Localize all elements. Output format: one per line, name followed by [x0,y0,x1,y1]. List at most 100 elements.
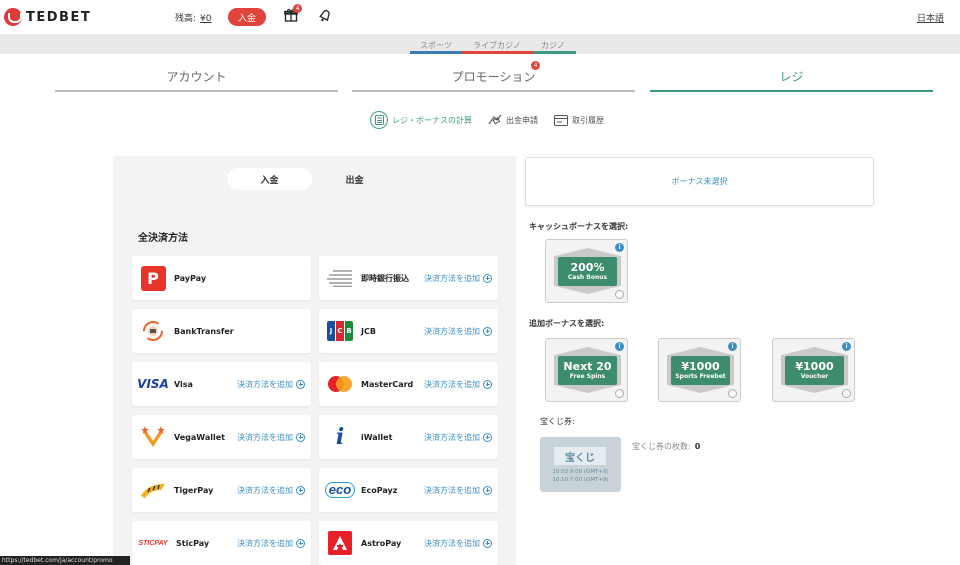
visa-icon: VISA [137,369,169,399]
add-payment-method-link[interactable]: 決済方法を追加 [424,309,492,353]
deposit-button[interactable]: 入金 [228,8,266,26]
calculator-icon [370,111,388,129]
mastercard-icon [325,369,355,399]
payment-method-paypay[interactable]: P PayPay [132,256,311,300]
bonus-card-sports-freebet[interactable]: ¥1000 Sports Freebet i [658,338,741,402]
cash-bonus-label: キャッシュボーナスを選択: [529,222,629,231]
payment-method-banktransfer[interactable]: BankTransfer [132,309,311,353]
payment-method-sticpay[interactable]: STICPAY SticPay 決済方法を追加 [132,521,311,565]
cashier-subtabs: レジ・ボーナスの計算 出金申請 取引履歴 [370,111,620,129]
logo[interactable]: TEDBET [4,8,91,26]
bonus-radio[interactable] [728,389,737,398]
add-payment-method-link[interactable]: 決済方法を追加 [237,521,305,565]
add-payment-method-link[interactable]: 決済方法を追加 [237,468,305,512]
payment-method-astropay[interactable]: AstroPay 決済方法を追加 [319,521,498,565]
lottery-ticket-title: 宝くじ [554,447,606,465]
lottery-count-value: 0 [694,442,701,451]
add-payment-method-link[interactable]: 決済方法を追加 [237,415,305,459]
payment-panel: 入金 出金 全決済方法 P PayPay 即時銀行振込 決済方法を追加 Bank… [113,156,516,565]
payment-method-name: TigerPay [174,485,214,495]
bonus-radio[interactable] [615,290,624,299]
balance-label: 残高: [175,14,197,24]
bonus-card-title: ¥1000 [681,359,720,373]
payment-method-vegawallet[interactable]: VegaWallet 決済方法を追加 [132,415,311,459]
bonus-card-subtitle: Free Spins [569,372,606,380]
add-circle-icon [483,273,492,283]
sticpay-icon: STICPAY [136,528,170,558]
bonus-card-tag: Next 20 Free Spins [558,356,617,385]
account-tabs: アカウント プロモーション 4 レジ [55,60,933,94]
add-label: 決済方法を追加 [237,432,293,442]
bonus-card-free-spins[interactable]: Next 20 Free Spins i [545,338,628,402]
add-circle-icon [296,432,305,442]
add-circle-icon [296,379,305,389]
info-icon[interactable]: i [728,342,737,351]
bonus-card-cash[interactable]: 200% Cash Bonus i [545,239,628,303]
subtab-bonus-calc[interactable]: レジ・ボーナスの計算 [370,111,472,129]
subnav-item-live-casino[interactable]: ライブカジノ [473,40,521,51]
add-label: 決済方法を追加 [237,485,293,495]
add-payment-method-link[interactable]: 決済方法を追加 [424,362,492,406]
ecopayz-icon: eco [324,475,356,505]
tab-label: アカウント [166,69,227,84]
history-icon [554,114,568,126]
bonus-card-tag: ¥1000 Sports Freebet [671,356,730,385]
add-payment-method-link[interactable]: 決済方法を追加 [424,256,492,300]
add-circle-icon [483,326,492,336]
payment-method-instant-bank[interactable]: 即時銀行振込 決済方法を追加 [319,256,498,300]
add-payment-method-link[interactable]: 決済方法を追加 [424,521,492,565]
info-icon[interactable]: i [615,342,624,351]
astropay-icon [325,528,355,558]
gift-badge: 4 [293,4,302,13]
info-icon[interactable]: i [842,342,851,351]
add-circle-icon [483,432,492,442]
payment-method-visa[interactable]: VISA Visa 決済方法を追加 [132,362,311,406]
bonus-radio[interactable] [842,389,851,398]
withdraw-icon [488,114,502,125]
add-circle-icon [296,538,305,548]
add-payment-method-link[interactable]: 決済方法を追加 [424,468,492,512]
instant-bank-icon [325,263,355,293]
tab-account[interactable]: アカウント [55,60,338,92]
add-payment-method-link[interactable]: 決済方法を追加 [424,415,492,459]
bonus-radio[interactable] [615,389,624,398]
bell-icon[interactable] [318,8,332,22]
tab-underline [55,90,338,92]
paypay-icon: P [138,263,168,293]
payment-method-iwallet[interactable]: i iWallet 決済方法を追加 [319,415,498,459]
selected-bonus-box[interactable]: ボーナス未選択 [525,157,874,206]
info-icon[interactable]: i [615,243,624,252]
add-payment-method-link[interactable]: 決済方法を追加 [237,362,305,406]
tab-cashier[interactable]: レジ [650,60,933,92]
bonus-card-voucher[interactable]: ¥1000 Voucher i [772,338,855,402]
payment-method-mastercard[interactable]: MasterCard 決済方法を追加 [319,362,498,406]
add-circle-icon [483,538,492,548]
add-label: 決済方法を追加 [424,326,480,336]
subnav-item-sports[interactable]: スポーツ [420,40,452,51]
additional-bonus-label: 追加ボーナスを選択: [529,319,605,328]
add-label: 決済方法を追加 [424,379,480,389]
tab-label: レジ [779,69,804,84]
lottery-count-label: 宝くじ券の枚数: [632,442,691,451]
bonus-card-title: Next 20 [563,359,612,373]
subtab-label: 取引履歴 [572,115,604,125]
logo-text: TEDBET [26,9,92,25]
subtab-withdrawal[interactable]: 出金申請 [488,114,538,126]
payment-method-ecopayz[interactable]: eco EcoPayz 決済方法を追加 [319,468,498,512]
payment-method-tigerpay[interactable]: TigerPay 決済方法を追加 [132,468,311,512]
toggle-deposit[interactable]: 入金 [227,168,312,190]
balance-amount[interactable]: ¥0 [200,14,211,24]
add-circle-icon [483,485,492,495]
payment-method-name: EcoPayz [361,485,398,495]
lottery-ticket-date: 10.10 7:00 (GMT+9) [552,477,609,483]
tab-promotion[interactable]: プロモーション [352,60,635,92]
toggle-withdraw[interactable]: 出金 [312,168,397,190]
payment-method-jcb[interactable]: J C B JCB 決済方法を追加 [319,309,498,353]
bonus-card-tag: ¥1000 Voucher [785,356,844,385]
tab-label: プロモーション [451,69,536,84]
subtab-history[interactable]: 取引履歴 [554,114,604,126]
language-selector[interactable]: 日本語 [917,11,944,24]
promotion-badge: 4 [531,61,540,70]
bonus-card-title: ¥1000 [795,359,834,373]
subnav-item-casino[interactable]: カジノ [541,40,565,51]
